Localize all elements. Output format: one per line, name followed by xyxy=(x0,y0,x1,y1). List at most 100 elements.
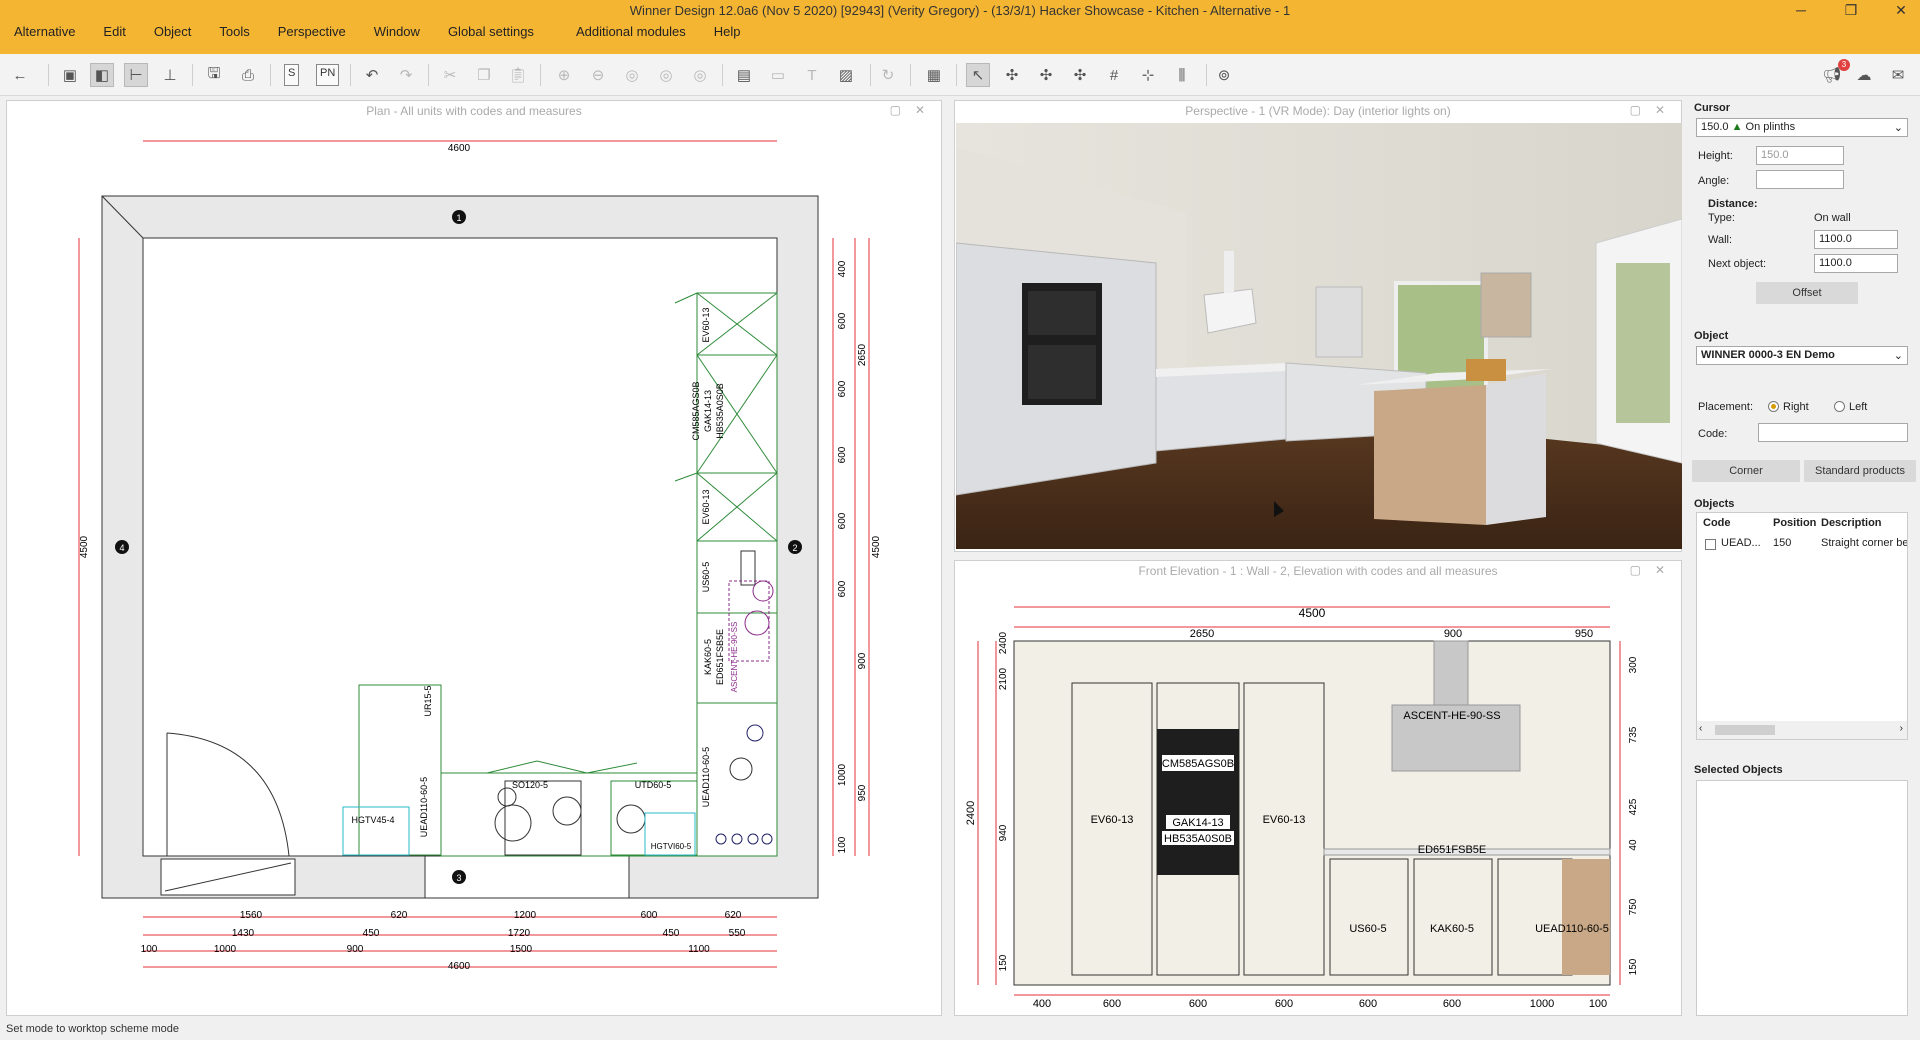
up-arrow-icon: ▲ xyxy=(1731,121,1743,133)
menu-alternative[interactable]: Alternative xyxy=(0,22,89,44)
copy-icon[interactable]: ❐ xyxy=(472,63,496,87)
refresh-icon[interactable]: ↻ xyxy=(876,63,900,87)
menu-perspective[interactable]: Perspective xyxy=(264,22,360,44)
print-icon[interactable]: ⎙ xyxy=(236,63,260,87)
calculator-icon[interactable]: ▦ xyxy=(922,63,946,87)
note-icon[interactable]: ▤ xyxy=(732,63,756,87)
pn-button[interactable]: PN xyxy=(316,64,340,86)
offset-button[interactable]: Offset xyxy=(1756,282,1858,304)
elevation-bottom-dim: 1000 xyxy=(1530,998,1554,1010)
elevation-unit-label: EV60-13 xyxy=(1091,814,1134,826)
elevation-unit-label: ED651FSB5E xyxy=(1418,844,1486,856)
select-pointer-icon[interactable]: ↖ xyxy=(966,63,990,87)
zoom-window-icon[interactable]: ◎ xyxy=(654,63,678,87)
cut-icon[interactable]: ✂ xyxy=(438,63,462,87)
code-field[interactable] xyxy=(1758,423,1908,442)
height-label: Height: xyxy=(1698,150,1733,162)
object-dropdown[interactable]: WINNER 0000-3 EN Demo ⌄ xyxy=(1696,346,1908,365)
distribute-icon[interactable]: ⫼ xyxy=(1170,63,1194,87)
menu-object[interactable]: Object xyxy=(140,22,206,44)
corner-button[interactable]: Corner xyxy=(1692,460,1800,482)
elevation-top-dim: 2650 xyxy=(1190,628,1214,640)
plan-unit-label: UEAD110-60-5 xyxy=(701,747,711,807)
save-icon[interactable]: 🖫 xyxy=(202,63,226,87)
objects-table[interactable]: Code Position Description UEAD... 150 St… xyxy=(1696,512,1908,740)
front-elevation-drawing[interactable]: 4500 2650 900 950 2400 2400 2100 940 150… xyxy=(956,583,1682,1015)
floor-plan-drawing[interactable]: 1 2 3 4 4600 4500 400 600 600 600 600 60… xyxy=(7,101,943,1017)
snap-icon[interactable]: ⊹ xyxy=(1136,63,1160,87)
plan-panel[interactable]: Plan - All units with codes and measures… xyxy=(6,100,942,1016)
view-layout-icon[interactable]: ▣ xyxy=(58,63,82,87)
menu-window[interactable]: Window xyxy=(360,22,434,44)
hatch-icon[interactable]: ▨ xyxy=(834,63,858,87)
restore-icon[interactable]: ▢ xyxy=(1630,103,1641,117)
back-arrow-icon[interactable]: ← xyxy=(8,63,32,87)
restore-icon[interactable]: ▢ xyxy=(1630,563,1641,577)
elevation-left-label: 2400 xyxy=(965,801,977,825)
scroll-left-icon[interactable]: ‹ xyxy=(1699,723,1702,734)
align-tool-icon[interactable]: ✣ xyxy=(1068,63,1092,87)
rotate-tool-icon[interactable]: ✣ xyxy=(1034,63,1058,87)
zoom-in-icon[interactable]: ⊕ xyxy=(552,63,576,87)
elevation-bottom-dim: 600 xyxy=(1443,998,1461,1010)
perspective-panel[interactable]: Perspective - 1 (VR Mode): Day (interior… xyxy=(954,100,1682,552)
plan-view-icon[interactable]: ◧ xyxy=(90,63,114,87)
comment-icon[interactable]: ▭ xyxy=(766,63,790,87)
elevation-bottom-dim: 600 xyxy=(1275,998,1293,1010)
placement-right-radio[interactable] xyxy=(1768,401,1779,412)
close-icon[interactable]: ✕ xyxy=(1655,103,1665,117)
zoom-fit-icon[interactable]: ◎ xyxy=(620,63,644,87)
minimize-button[interactable]: ─ xyxy=(1786,2,1816,20)
redo-icon[interactable]: ↷ xyxy=(394,63,418,87)
cursor-dropdown[interactable]: 150.0 ▲ On plinths ⌄ xyxy=(1696,118,1908,137)
plan-right-dim: 600 xyxy=(837,380,848,397)
maximize-button[interactable]: ❐ xyxy=(1836,2,1866,20)
scroll-right-icon[interactable]: › xyxy=(1900,723,1903,734)
placement-right-label: Right xyxy=(1783,401,1809,413)
plan-bottom-dim: 1100 xyxy=(688,944,710,955)
scrollbar-thumb[interactable] xyxy=(1715,725,1775,735)
placement-left-radio[interactable] xyxy=(1834,401,1845,412)
next-object-distance-field[interactable]: 1100.0 xyxy=(1814,254,1898,273)
horizontal-scrollbar[interactable]: ‹ › xyxy=(1697,721,1907,739)
close-button[interactable]: ✕ xyxy=(1886,2,1916,20)
menu-global-settings[interactable]: Global settings xyxy=(434,22,548,44)
zoom-previous-icon[interactable]: ◎ xyxy=(688,63,712,87)
dimension-view-icon[interactable]: ⊥ xyxy=(158,63,182,87)
close-icon[interactable]: ✕ xyxy=(1655,563,1665,577)
measure-view-icon[interactable]: ⊢ xyxy=(124,63,148,87)
table-row-position: 150 xyxy=(1773,537,1792,549)
angle-field[interactable] xyxy=(1756,170,1844,189)
plan-right-dim: 1000 xyxy=(837,763,848,786)
text-icon[interactable]: T xyxy=(800,63,824,87)
plan-bottom-dim: 450 xyxy=(663,928,680,939)
height-field[interactable]: 150.0 xyxy=(1756,146,1844,165)
elevation-panel[interactable]: Front Elevation - 1 : Wall - 2, Elevatio… xyxy=(954,560,1682,1016)
menu-additional-modules[interactable]: Additional modules xyxy=(562,22,700,44)
objects-col-code: Code xyxy=(1703,517,1731,529)
row-checkbox[interactable] xyxy=(1705,539,1716,550)
plan-unit-label: EV60-13 xyxy=(701,307,711,342)
paste-icon[interactable]: 📋︎ xyxy=(506,63,530,87)
zoom-out-icon[interactable]: ⊖ xyxy=(586,63,610,87)
standard-products-button[interactable]: Standard products xyxy=(1804,460,1916,482)
mail-icon[interactable]: ✉ xyxy=(1886,63,1910,87)
s-button[interactable]: S xyxy=(284,64,300,86)
move-tool-icon[interactable]: ✣ xyxy=(1000,63,1024,87)
undo-icon[interactable]: ↶ xyxy=(360,63,384,87)
cloud-icon[interactable]: ☁ xyxy=(1852,63,1876,87)
menu-help[interactable]: Help xyxy=(700,22,755,44)
vr-headset-icon[interactable]: ⊚ xyxy=(1212,63,1236,87)
3d-kitchen-render[interactable] xyxy=(956,123,1682,549)
selected-objects-list[interactable] xyxy=(1696,780,1908,1016)
menu-edit[interactable]: Edit xyxy=(89,22,139,44)
grid-icon[interactable]: # xyxy=(1102,63,1126,87)
menu-tools[interactable]: Tools xyxy=(205,22,263,44)
wall-distance-field[interactable]: 1100.0 xyxy=(1814,230,1898,249)
plan-bottom-dim: 620 xyxy=(725,910,742,921)
wall-label: Wall: xyxy=(1708,234,1733,246)
selected-objects-label: Selected Objects xyxy=(1694,764,1783,776)
cursor-label: Cursor xyxy=(1694,102,1731,114)
plan-unit-label: HGTV45-4 xyxy=(351,815,394,825)
elevation-left-dim: 150 xyxy=(998,954,1009,971)
